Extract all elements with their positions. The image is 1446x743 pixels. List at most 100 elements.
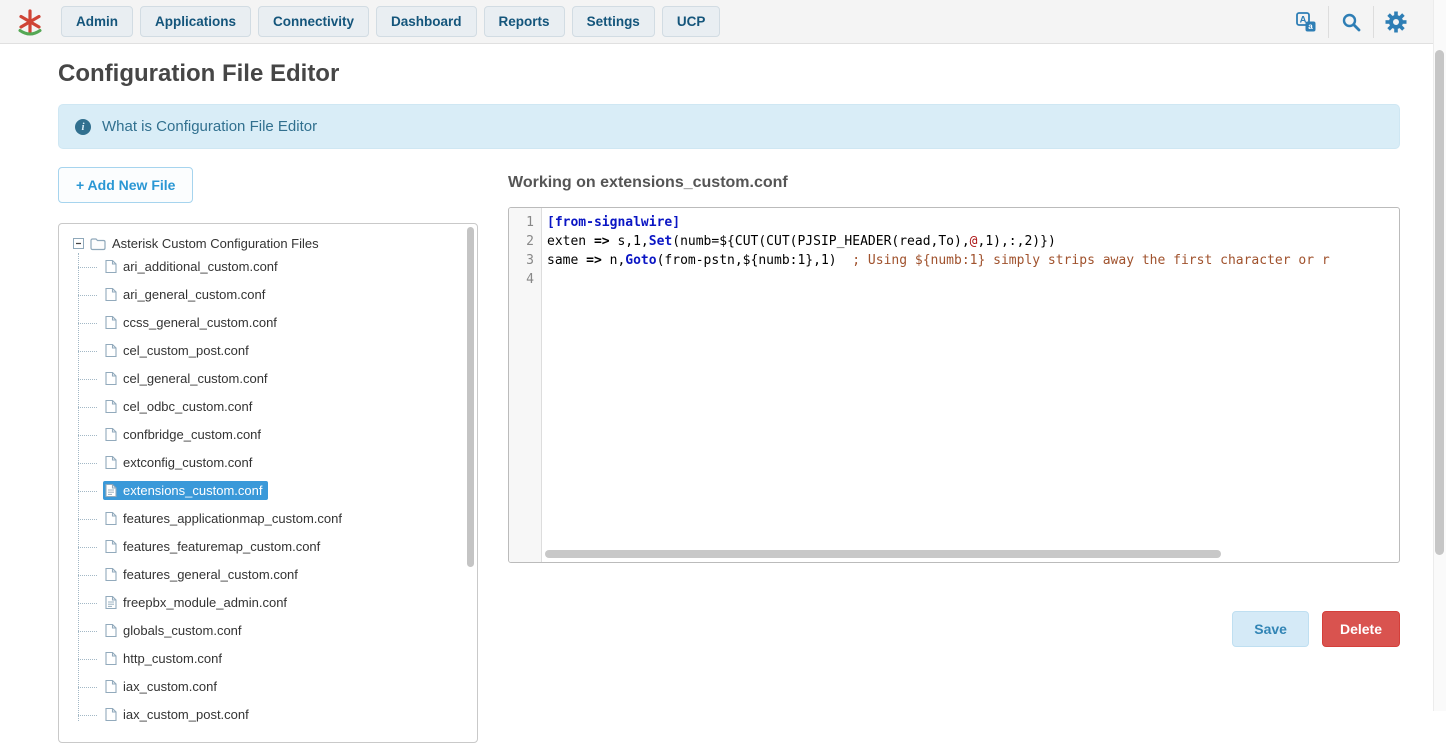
tree-file-http_custom.conf[interactable]: http_custom.conf	[103, 649, 228, 668]
tree-file-iax_custom_post.conf[interactable]: iax_custom_post.conf	[103, 705, 255, 724]
tree-file-freepbx_module_admin.conf[interactable]: freepbx_module_admin.conf	[103, 593, 293, 612]
editor-horizontal-scrollbar[interactable]	[545, 550, 1221, 558]
page-scrollbar[interactable]	[1433, 0, 1446, 711]
main-columns: + Add New File	[58, 167, 1400, 743]
nav-item-dashboard[interactable]: Dashboard	[376, 6, 477, 37]
tree-root-label: Asterisk Custom Configuration Files	[112, 236, 319, 251]
nav-item-reports[interactable]: Reports	[484, 6, 565, 37]
code-line: 2exten => s,1,Set(numb=${CUT(CUT(PJSIP_H…	[509, 232, 1399, 251]
line-content: exten => s,1,Set(numb=${CUT(CUT(PJSIP_HE…	[542, 232, 1056, 251]
tree-item: freepbx_module_admin.conf	[103, 589, 463, 617]
main-menu: AdminApplicationsConnectivityDashboardRe…	[61, 6, 720, 37]
page-title: Configuration File Editor	[58, 60, 1400, 88]
add-new-file-button[interactable]: + Add New File	[58, 167, 193, 203]
file-text-icon	[105, 483, 117, 498]
editor-column: Working on extensions_custom.conf 1[from…	[508, 167, 1400, 647]
delete-button[interactable]: Delete	[1322, 611, 1400, 647]
file-icon	[105, 707, 117, 722]
file-name: features_general_custom.conf	[123, 567, 298, 582]
svg-text:a: a	[1308, 22, 1313, 31]
file-name: ccss_general_custom.conf	[123, 315, 277, 330]
line-content: same => n,Goto(from-pstn,${numb:1},1) ; …	[542, 251, 1330, 270]
line-number: 4	[509, 270, 542, 289]
navbar-right-icons: A a	[1284, 6, 1418, 38]
tree-root-folder[interactable]: Asterisk Custom Configuration Files	[73, 234, 463, 253]
nav-item-connectivity[interactable]: Connectivity	[258, 6, 369, 37]
tree-file-ari_general_custom.conf[interactable]: ari_general_custom.conf	[103, 285, 271, 304]
tree-item: cel_custom_post.conf	[103, 337, 463, 365]
file-name: cel_general_custom.conf	[123, 371, 268, 386]
tree-file-features_featuremap_custom.conf[interactable]: features_featuremap_custom.conf	[103, 537, 326, 556]
freepbx-logo[interactable]	[12, 4, 48, 40]
tree-file-iax_custom.conf[interactable]: iax_custom.conf	[103, 677, 223, 696]
tree-file-globals_custom.conf[interactable]: globals_custom.conf	[103, 621, 248, 640]
file-icon	[105, 427, 117, 442]
nav-item-settings[interactable]: Settings	[572, 6, 655, 37]
tree-item: extensions_custom.conf	[103, 477, 463, 505]
tree-file-features_general_custom.conf[interactable]: features_general_custom.conf	[103, 565, 304, 584]
tree-item: ari_general_custom.conf	[103, 281, 463, 309]
tree-file-ccss_general_custom.conf[interactable]: ccss_general_custom.conf	[103, 313, 283, 332]
language-icon[interactable]: A a	[1284, 6, 1328, 38]
tree-file-extensions_custom.conf[interactable]: extensions_custom.conf	[103, 481, 268, 500]
code-editor[interactable]: 1[from-signalwire]2exten => s,1,Set(numb…	[508, 207, 1400, 563]
folder-icon	[90, 237, 106, 251]
tree-item: cel_general_custom.conf	[103, 365, 463, 393]
line-number: 3	[509, 251, 542, 270]
nav-item-admin[interactable]: Admin	[61, 6, 133, 37]
info-icon: i	[75, 119, 91, 135]
tree-item: ccss_general_custom.conf	[103, 309, 463, 337]
tree-file-cel_custom_post.conf[interactable]: cel_custom_post.conf	[103, 341, 255, 360]
file-tree: Asterisk Custom Configuration Files ari_…	[73, 234, 463, 729]
editor-heading: Working on extensions_custom.conf	[508, 174, 1400, 192]
page-scrollbar-thumb[interactable]	[1435, 50, 1444, 555]
gear-icon[interactable]	[1373, 6, 1418, 38]
tree-item: ari_additional_custom.conf	[103, 253, 463, 281]
file-icon	[105, 315, 117, 330]
file-icon	[105, 623, 117, 638]
file-icon	[105, 455, 117, 470]
tree-file-ari_additional_custom.conf[interactable]: ari_additional_custom.conf	[103, 257, 284, 276]
tree-file-confbridge_custom.conf[interactable]: confbridge_custom.conf	[103, 425, 267, 444]
file-tree-column: + Add New File	[58, 167, 478, 743]
file-name: ari_additional_custom.conf	[123, 259, 278, 274]
file-name: extensions_custom.conf	[123, 483, 262, 498]
save-button[interactable]: Save	[1232, 611, 1309, 647]
tree-file-cel_general_custom.conf[interactable]: cel_general_custom.conf	[103, 369, 274, 388]
top-navbar: AdminApplicationsConnectivityDashboardRe…	[0, 0, 1446, 44]
code-lines: 1[from-signalwire]2exten => s,1,Set(numb…	[509, 208, 1399, 289]
tree-file-extconfig_custom.conf[interactable]: extconfig_custom.conf	[103, 453, 258, 472]
info-banner-text: What is Configuration File Editor	[102, 118, 317, 135]
tree-item: extconfig_custom.conf	[103, 449, 463, 477]
file-icon	[105, 343, 117, 358]
file-name: freepbx_module_admin.conf	[123, 595, 287, 610]
file-name: extconfig_custom.conf	[123, 455, 252, 470]
code-line: 1[from-signalwire]	[509, 213, 1399, 232]
tree-item: cel_odbc_custom.conf	[103, 393, 463, 421]
code-line: 4	[509, 270, 1399, 289]
tree-item: features_general_custom.conf	[103, 561, 463, 589]
file-icon	[105, 287, 117, 302]
file-icon	[105, 679, 117, 694]
nav-item-applications[interactable]: Applications	[140, 6, 251, 37]
file-name: globals_custom.conf	[123, 623, 242, 638]
file-icon	[105, 259, 117, 274]
file-name: cel_custom_post.conf	[123, 343, 249, 358]
line-content: [from-signalwire]	[542, 213, 680, 232]
info-banner[interactable]: i What is Configuration File Editor	[58, 104, 1400, 149]
nav-item-ucp[interactable]: UCP	[662, 6, 721, 37]
search-icon[interactable]	[1328, 6, 1373, 38]
tree-item: features_featuremap_custom.conf	[103, 533, 463, 561]
tree-file-cel_odbc_custom.conf[interactable]: cel_odbc_custom.conf	[103, 397, 258, 416]
file-icon	[105, 651, 117, 666]
tree-file-features_applicationmap_custom.conf[interactable]: features_applicationmap_custom.conf	[103, 509, 348, 528]
tree-item: globals_custom.conf	[103, 617, 463, 645]
file-text-icon	[105, 595, 117, 610]
tree-scrollbar[interactable]	[467, 227, 474, 567]
page-content: Configuration File Editor i What is Conf…	[0, 44, 1446, 743]
tree-item: http_custom.conf	[103, 645, 463, 673]
collapse-toggle-icon[interactable]	[73, 238, 84, 249]
file-name: iax_custom_post.conf	[123, 707, 249, 722]
file-icon	[105, 511, 117, 526]
line-number: 1	[509, 213, 542, 232]
